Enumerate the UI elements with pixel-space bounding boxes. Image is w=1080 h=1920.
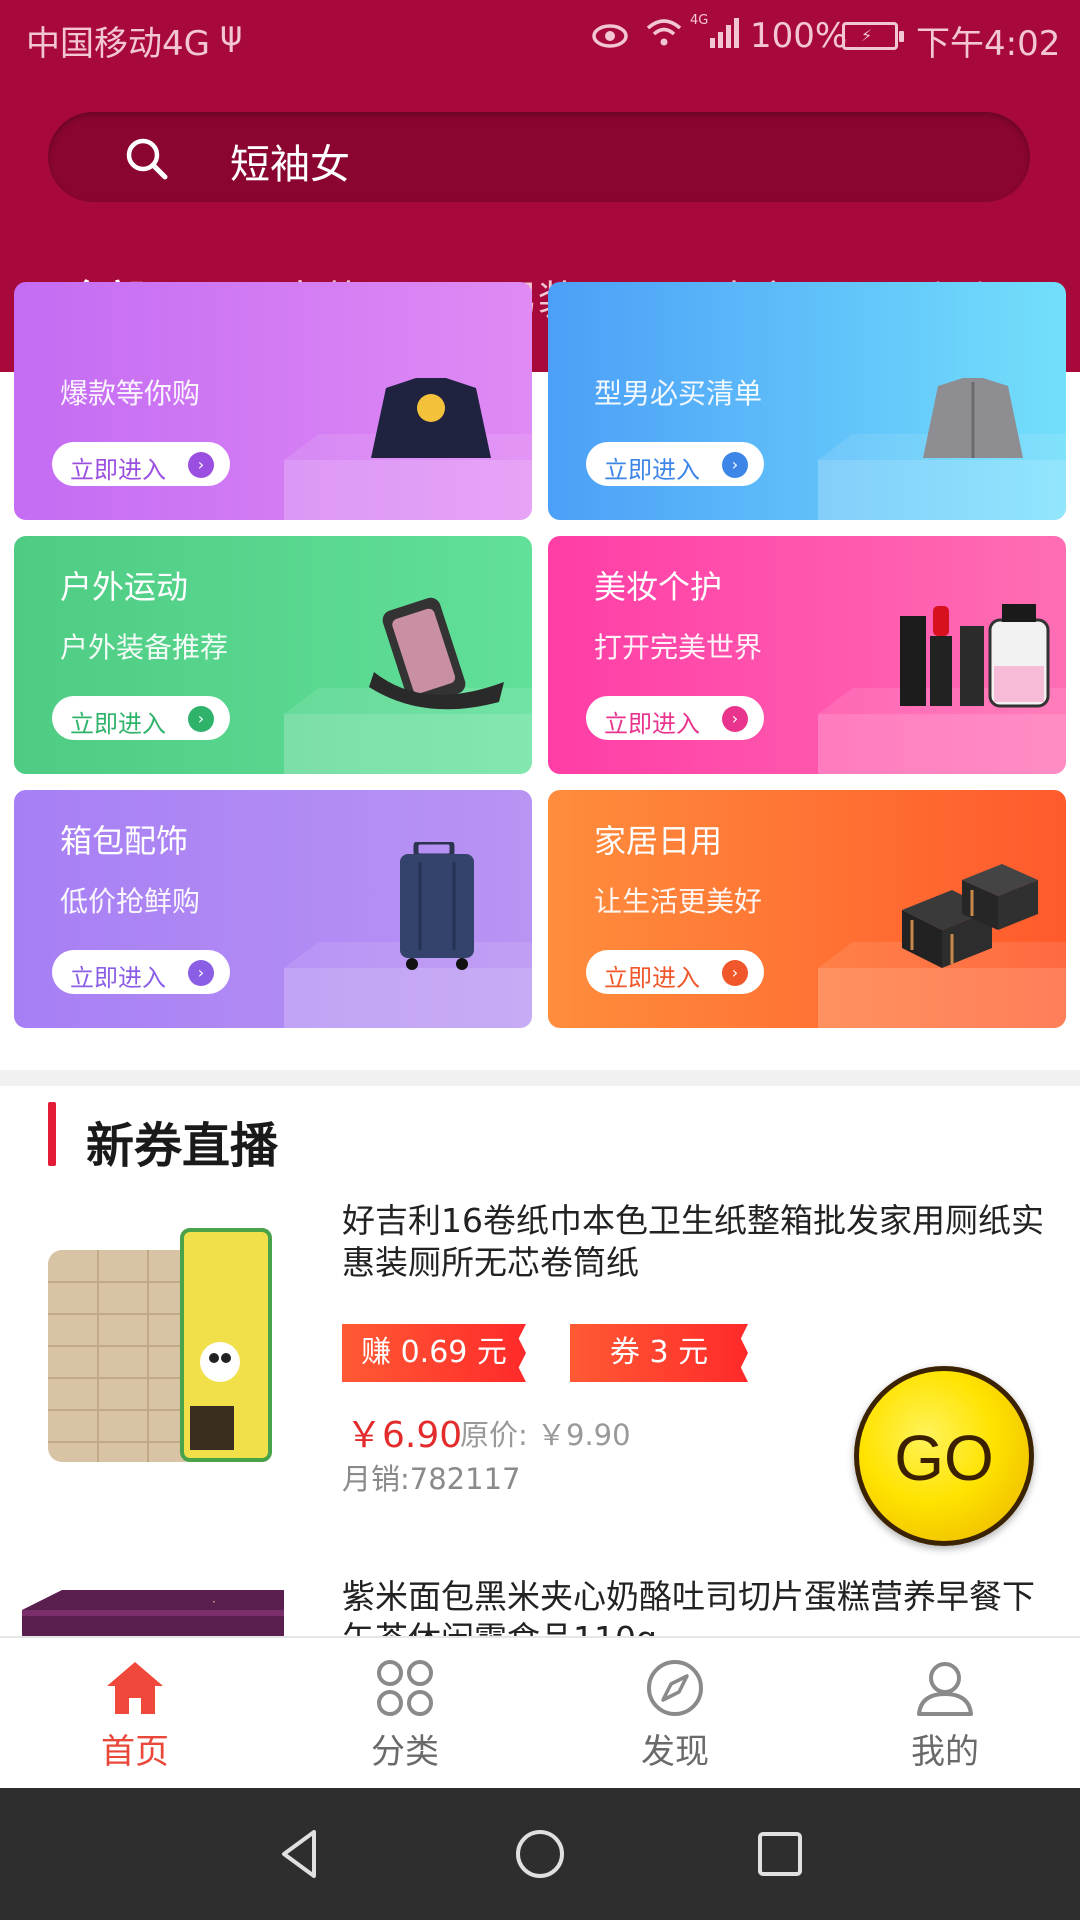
tab-label: 首页 — [101, 1732, 169, 1772]
system-nav-bar — [0, 1788, 1080, 1920]
section-accent-bar — [48, 1102, 56, 1166]
product-price: ￥6.90 — [346, 1415, 463, 1456]
promo-card-women[interactable]: 爆款等你购 立即进入 › — [14, 282, 532, 520]
promo-card-title: 箱包配饰 — [60, 822, 189, 860]
carrier-label: 中国移动4G — [26, 24, 210, 64]
signal-icon: 4G — [690, 13, 739, 48]
promo-card-subtitle: 让生活更美好 — [594, 885, 763, 918]
enter-button[interactable]: 立即进入 › — [586, 442, 764, 486]
product-sales: 月销:782117 — [342, 1462, 521, 1496]
cosmetics-image — [900, 604, 1050, 708]
tab-discover[interactable]: 发现 — [540, 1638, 810, 1790]
enter-button[interactable]: 立即进入 › — [586, 950, 764, 994]
promo-card-beauty[interactable]: 美妆个护 打开完美世界 立即进入 › — [548, 536, 1066, 774]
promo-card-subtitle: 户外装备推荐 — [60, 631, 229, 664]
tab-label: 发现 — [641, 1732, 709, 1772]
promo-card-home[interactable]: 家居日用 让生活更美好 立即进入 › — [548, 790, 1066, 1028]
enter-button-label: 立即进入 — [70, 456, 166, 484]
home-circle-icon[interactable] — [510, 1824, 570, 1884]
promo-card-subtitle: 低价抢鲜购 — [60, 885, 201, 918]
promo-card-subtitle: 打开完美世界 — [594, 631, 763, 664]
wifi-icon — [646, 19, 682, 46]
usb-icon: ψ — [220, 14, 243, 54]
product-title[interactable]: 好吉利16卷纸巾本色卫生纸整箱批发家用厕纸实惠装厕所无芯卷筒纸 — [342, 1200, 1062, 1284]
product-original-price: 原价: ￥9.90 — [460, 1418, 631, 1452]
arrow-right-icon: › — [188, 706, 214, 732]
recents-icon[interactable] — [750, 1824, 810, 1884]
hoodie-image — [371, 378, 491, 458]
grid-icon — [377, 1660, 433, 1716]
section-title: 新券直播 — [86, 1118, 279, 1174]
battery-icon: ⚡ — [842, 22, 904, 50]
tab-home[interactable]: 首页 — [0, 1638, 270, 1790]
user-icon — [917, 1662, 973, 1716]
suitcase-image — [400, 842, 474, 970]
home-icon — [107, 1662, 163, 1714]
promo-card-subtitle: 爆款等你购 — [60, 377, 201, 410]
network-badge: 4G — [690, 13, 708, 28]
arrow-right-icon: › — [722, 706, 748, 732]
go-button[interactable]: GO — [854, 1366, 1034, 1546]
section-divider — [0, 1070, 1080, 1086]
compass-icon — [647, 1660, 703, 1716]
enter-button[interactable]: 立即进入 › — [52, 950, 230, 994]
svg-text:·: · — [212, 1595, 216, 1609]
eye-icon — [592, 24, 628, 48]
product-image — [48, 1228, 272, 1462]
promo-card-title: 家居日用 — [594, 822, 723, 860]
status-bar: 中国移动4G ψ 4G 100% ⚡ 下午4:02 — [0, 0, 1080, 76]
search-bar[interactable]: 短袖女 — [48, 112, 1030, 202]
tab-category[interactable]: 分类 — [270, 1638, 540, 1790]
arrow-right-icon: › — [188, 960, 214, 986]
promo-card-title: 户外运动 — [60, 568, 189, 606]
enter-button[interactable]: 立即进入 › — [52, 696, 230, 740]
product-title[interactable]: 紫米面包黑米夹心奶酪吐司切片蛋糕营养早餐下午茶休闲零食品110g — [342, 1576, 1062, 1636]
status-time: 下午4:02 — [916, 24, 1061, 64]
earn-tag: 赚 0.69 元 — [342, 1324, 526, 1382]
enter-button[interactable]: 立即进入 › — [52, 442, 230, 486]
enter-button-label: 立即进入 — [70, 710, 166, 738]
enter-button[interactable]: 立即进入 › — [586, 696, 764, 740]
arrow-right-icon: › — [722, 960, 748, 986]
enter-button-label: 立即进入 — [604, 456, 700, 484]
tab-me[interactable]: 我的 — [810, 1638, 1080, 1790]
search-input[interactable]: 短袖女 — [230, 132, 350, 190]
back-icon[interactable] — [270, 1824, 330, 1884]
bottom-tab-bar: 首页 分类 发现 我的 — [0, 1636, 1080, 1788]
enter-button-label: 立即进入 — [604, 710, 700, 738]
promo-card-subtitle: 型男必买清单 — [594, 377, 763, 410]
promo-card-men[interactable]: 型男必买清单 立即进入 › — [548, 282, 1066, 520]
product-item[interactable]: · 紫米面包黑米夹心奶酪吐司切片蛋糕营养早餐下午茶休闲零食品110g — [0, 1576, 1080, 1636]
storage-boxes-image — [902, 864, 1038, 968]
coupon-tag[interactable]: 券 3 元 — [570, 1324, 748, 1382]
promo-card-title: 美妆个护 — [594, 568, 723, 606]
search-icon — [126, 138, 168, 180]
tab-label: 分类 — [371, 1732, 439, 1772]
go-button-label: GO — [894, 1422, 994, 1494]
enter-button-label: 立即进入 — [70, 964, 166, 992]
promo-card-outdoor[interactable]: 户外运动 户外装备推荐 立即进入 › — [14, 536, 532, 774]
tab-label: 我的 — [911, 1732, 979, 1772]
armband-image — [369, 597, 504, 710]
promo-card-bags[interactable]: 箱包配饰 低价抢鲜购 立即进入 › — [14, 790, 532, 1028]
arrow-right-icon: › — [722, 452, 748, 478]
battery-percent: 100% — [750, 16, 848, 56]
product-image: · — [22, 1590, 284, 1636]
jacket-image — [923, 378, 1023, 458]
arrow-right-icon: › — [188, 452, 214, 478]
enter-button-label: 立即进入 — [604, 964, 700, 992]
